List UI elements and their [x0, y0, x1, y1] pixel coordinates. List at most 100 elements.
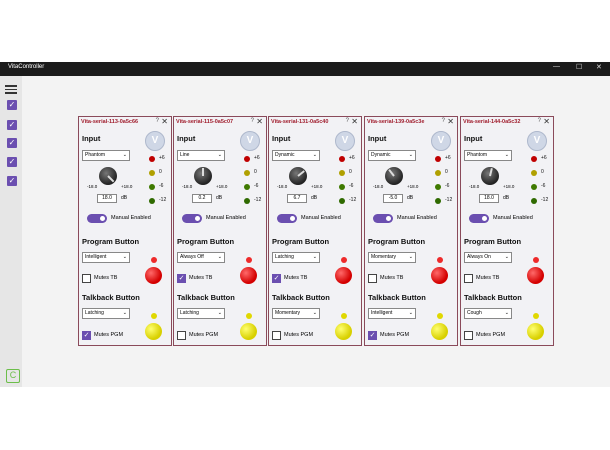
gain-value-field[interactable]: 18.0 [97, 194, 117, 203]
close-window-icon[interactable]: ✕ [596, 63, 602, 71]
gain-knob[interactable] [99, 167, 117, 185]
gain-knob[interactable] [385, 167, 403, 185]
input-mode-value: Dynamic [275, 152, 295, 158]
device-panel: Vita-serial-113-0a5c66 ? ✕ Input V Phant… [78, 116, 172, 346]
program-mode-value: Always On [467, 254, 491, 260]
mutes-tb-checkbox[interactable] [464, 274, 473, 283]
program-button[interactable] [240, 267, 257, 284]
manual-enabled-toggle[interactable] [277, 214, 297, 223]
mutes-pgm-checkbox[interactable]: ✓ [368, 331, 377, 340]
help-icon[interactable]: ? [156, 118, 159, 124]
talkback-mode-select[interactable]: Latching ⌄ [177, 308, 225, 319]
talkback-button[interactable] [240, 323, 257, 340]
talkback-mode-select[interactable]: Cough ⌄ [464, 308, 512, 319]
talkback-mode-select[interactable]: Intelligent ⌄ [368, 308, 416, 319]
input-mode-select[interactable]: Phantom ⌄ [82, 150, 130, 161]
gain-value-field[interactable]: 0.2 [192, 194, 212, 203]
gain-min-label: -18.0 [373, 184, 384, 189]
close-panel-icon[interactable]: ✕ [161, 117, 168, 126]
device-checkbox[interactable]: ✓ [7, 138, 17, 148]
device-checkbox[interactable]: ✓ [7, 120, 17, 130]
meter-label: -12 [541, 197, 549, 203]
program-mode-select[interactable]: Intelligent ⌄ [82, 252, 130, 263]
talkback-mode-select[interactable]: Momentary ⌄ [272, 308, 320, 319]
maximize-icon[interactable]: ☐ [576, 63, 582, 71]
gain-knob[interactable] [481, 167, 499, 185]
chevron-down-icon: ⌄ [312, 152, 317, 158]
hamburger-icon[interactable] [5, 83, 17, 94]
device-checkbox[interactable]: ✓ [7, 176, 17, 186]
help-icon[interactable]: ? [346, 118, 349, 124]
close-panel-icon[interactable]: ✕ [256, 117, 263, 126]
talkback-status-led [437, 313, 443, 319]
program-mode-select[interactable]: Momentary ⌄ [368, 252, 416, 263]
manual-enabled-toggle[interactable] [87, 214, 107, 223]
chevron-down-icon: ⌄ [408, 310, 413, 316]
program-button[interactable] [335, 267, 352, 284]
manual-enabled-toggle[interactable] [182, 214, 202, 223]
help-icon[interactable]: ? [251, 118, 254, 124]
meter-label: 0 [349, 169, 352, 175]
program-mode-select[interactable]: Always On ⌄ [464, 252, 512, 263]
gain-value-field[interactable]: 6.7 [287, 194, 307, 203]
device-panel: Vita-serial-115-0a5c07 ? ✕ Input V Line … [173, 116, 267, 346]
program-button[interactable] [145, 267, 162, 284]
gain-max-label: +18.0 [311, 184, 323, 189]
manual-enabled-toggle[interactable] [373, 214, 393, 223]
meter-label: +6 [159, 155, 165, 161]
program-mode-select[interactable]: Always Off ⌄ [177, 252, 225, 263]
talkback-button[interactable] [527, 323, 544, 340]
talkback-status-led [151, 313, 157, 319]
input-mode-select[interactable]: Dynamic ⌄ [272, 150, 320, 161]
close-panel-icon[interactable]: ✕ [543, 117, 550, 126]
gain-value-field[interactable]: 18.0 [479, 194, 499, 203]
manual-enabled-label: Manual Enabled [493, 215, 533, 221]
mutes-tb-checkbox[interactable]: ✓ [177, 274, 186, 283]
talkback-button[interactable] [335, 323, 352, 340]
input-mode-select[interactable]: Dynamic ⌄ [368, 150, 416, 161]
program-button[interactable] [527, 267, 544, 284]
input-heading: Input [464, 134, 483, 143]
meter-label: +6 [445, 155, 451, 161]
device-title: Vita-serial-131-0a5c40 [271, 119, 329, 125]
help-icon[interactable]: ? [442, 118, 445, 124]
close-panel-icon[interactable]: ✕ [447, 117, 454, 126]
close-panel-icon[interactable]: ✕ [351, 117, 358, 126]
mutes-pgm-checkbox[interactable] [272, 331, 281, 340]
window-title: VitaController [8, 64, 45, 70]
mutes-tb-checkbox[interactable] [368, 274, 377, 283]
mutes-tb-checkbox[interactable] [82, 274, 91, 283]
talkback-mode-select[interactable]: Latching ⌄ [82, 308, 130, 319]
meter-label: +6 [254, 155, 260, 161]
input-mode-select[interactable]: Line ⌄ [177, 150, 225, 161]
chevron-down-icon: ⌄ [408, 152, 413, 158]
device-title: Vita-serial-139-0a5c3e [367, 119, 425, 125]
gain-value-field[interactable]: -5.0 [383, 194, 403, 203]
talkback-button[interactable] [145, 323, 162, 340]
program-mode-select[interactable]: Latching ⌄ [272, 252, 320, 263]
mutes-tb-checkbox[interactable]: ✓ [272, 274, 281, 283]
gain-knob[interactable] [194, 167, 212, 185]
device-checkbox[interactable]: ✓ [7, 157, 17, 167]
chevron-down-icon: ⌄ [312, 310, 317, 316]
manual-enabled-toggle[interactable] [469, 214, 489, 223]
sidebar: ✓ ✓ ✓ ✓ ✓ C [0, 76, 22, 387]
minimize-icon[interactable]: — [553, 63, 560, 70]
gain-min-label: -18.0 [87, 184, 98, 189]
mutes-pgm-checkbox[interactable]: ✓ [82, 331, 91, 340]
input-mode-select[interactable]: Phantom ⌄ [464, 150, 512, 161]
program-mode-value: Always Off [180, 254, 204, 260]
device-checkbox[interactable]: ✓ [7, 100, 17, 110]
meter-led-0 [244, 170, 250, 176]
help-icon[interactable]: ? [538, 118, 541, 124]
meter-led-minus6 [339, 184, 345, 190]
mutes-pgm-label: Mutes PGM [189, 332, 219, 338]
talkback-button[interactable] [431, 323, 448, 340]
title-bar: VitaController — ☐ ✕ [0, 62, 610, 76]
app-logo-icon: C [6, 369, 20, 383]
gain-knob[interactable] [289, 167, 307, 185]
db-unit-label: dB [407, 195, 414, 201]
program-button[interactable] [431, 267, 448, 284]
mutes-pgm-checkbox[interactable] [177, 331, 186, 340]
mutes-pgm-checkbox[interactable] [464, 331, 473, 340]
